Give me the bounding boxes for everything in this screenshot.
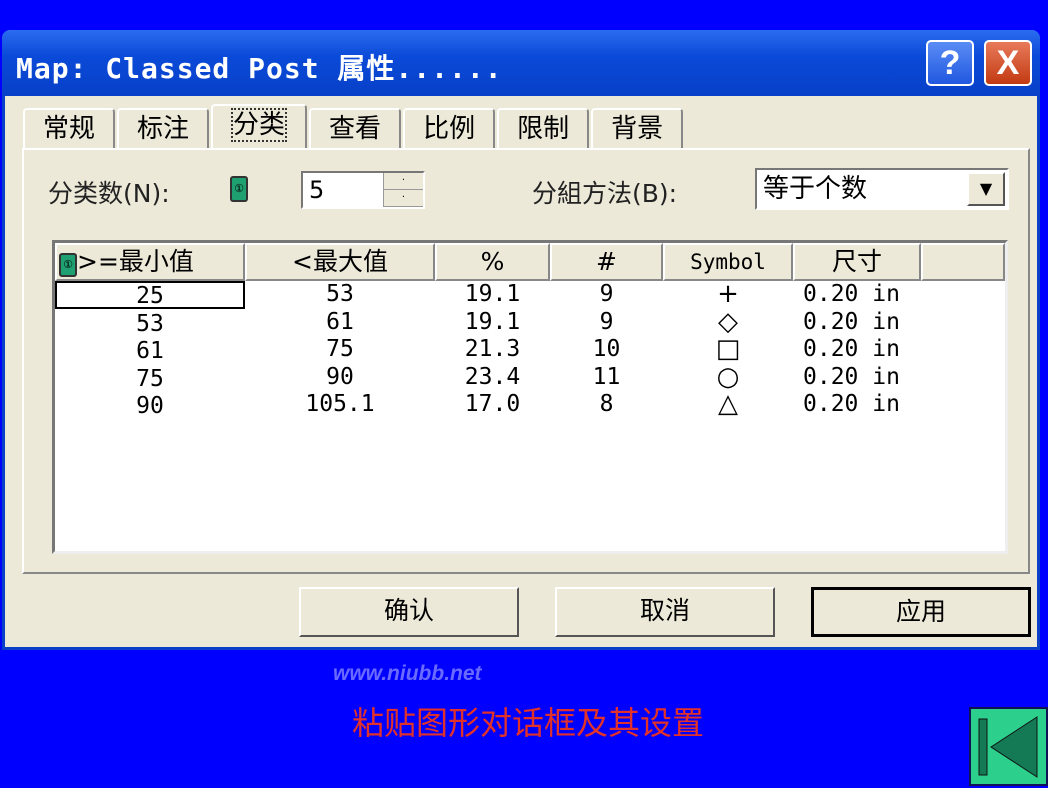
min-cell[interactable]: 53 xyxy=(55,309,245,337)
header-label: >=最小值 xyxy=(77,247,194,276)
help-button[interactable]: ? xyxy=(926,40,974,86)
table-header: ① >=最小值 <最大值 % # Symbol 尺寸 xyxy=(55,243,1005,281)
symbol-cell: + xyxy=(717,279,739,309)
group-method-value: 等于个数 xyxy=(763,174,868,204)
max-cell: 53 xyxy=(326,281,354,307)
min-cell[interactable]: 75 xyxy=(55,364,245,392)
table-row[interactable]: 90 105.1 17.0 8 △ 0.20 in xyxy=(55,391,1005,419)
spin-up-icon[interactable]: · xyxy=(384,173,423,190)
tab-label: 标注 xyxy=(137,114,190,144)
header-empty xyxy=(921,243,1005,281)
symbol-cell: △ xyxy=(718,389,738,419)
class-count-icon[interactable]: ① xyxy=(230,176,248,202)
size-cell: 0.20 in xyxy=(803,308,900,335)
spin-down-icon[interactable]: · xyxy=(384,190,423,207)
title-bar[interactable]: Map: Classed Post 属性...... ? X xyxy=(2,30,1040,96)
min-cell[interactable]: 25 xyxy=(55,281,245,309)
min-cell[interactable]: 61 xyxy=(55,336,245,364)
min-cell[interactable]: 90 xyxy=(55,391,245,419)
tab-label: 限制 xyxy=(517,114,570,144)
tab-background[interactable]: 背景 xyxy=(591,108,684,148)
header-symbol[interactable]: Symbol xyxy=(663,243,793,281)
tab-limits[interactable]: 限制 xyxy=(497,108,590,148)
ok-button[interactable]: 确认 xyxy=(299,587,519,637)
size-cell: 0.20 in xyxy=(803,363,900,390)
class-count-spinner[interactable]: 5 · · xyxy=(301,171,425,209)
percent-cell: 19.1 xyxy=(464,281,521,307)
symbol-cell: ◇ xyxy=(718,306,738,337)
group-method-label: 分組方法(B): xyxy=(532,179,678,208)
properties-dialog: Map: Classed Post 属性...... ? X 常规 标注 分类 … xyxy=(2,30,1040,650)
percent-cell: 23.4 xyxy=(464,363,521,390)
max-cell: 90 xyxy=(326,363,354,390)
tab-label: 查看 xyxy=(329,114,382,144)
percent-cell: 17.0 xyxy=(464,391,521,417)
count-cell: 8 xyxy=(599,391,614,417)
dropdown-arrow-icon[interactable]: ▼ xyxy=(967,172,1005,206)
tab-scale[interactable]: 比例 xyxy=(403,108,496,148)
header-count[interactable]: # xyxy=(550,243,663,281)
table-row[interactable]: 75 90 23.4 11 ○ 0.20 in xyxy=(55,361,1005,392)
class-count-value: 5 xyxy=(309,176,325,204)
tab-general[interactable]: 常规 xyxy=(23,108,116,148)
cancel-button[interactable]: 取消 xyxy=(555,587,775,637)
column-icon: ① xyxy=(59,253,77,277)
table-row[interactable]: 25 53 19.1 9 +0.20 in xyxy=(55,281,1005,309)
count-cell: 9 xyxy=(599,281,614,307)
apply-button[interactable]: 应用 xyxy=(811,587,1031,637)
window-title: Map: Classed Post 属性...... xyxy=(16,52,503,85)
header-max[interactable]: <最大值 xyxy=(245,243,435,281)
tab-label: 分类 xyxy=(231,108,288,142)
percent-cell: 19.1 xyxy=(464,308,521,335)
size-cell: 0.20 in xyxy=(803,391,900,417)
max-cell: 105.1 xyxy=(305,391,375,417)
header-percent[interactable]: % xyxy=(435,243,550,281)
tab-label: 比例 xyxy=(423,114,476,144)
tab-label: 常规 xyxy=(43,114,96,144)
tab-bar: 常规 标注 分类 查看 比例 限制 背景 xyxy=(23,104,685,150)
group-method-select[interactable]: 等于个数 ▼ xyxy=(755,168,1009,210)
header-min[interactable]: ① >=最小值 xyxy=(55,243,245,281)
max-cell: 75 xyxy=(326,336,354,362)
class-count-label: 分类数(N): xyxy=(48,179,170,208)
table-body: 25 53 19.1 9 +0.20 in 53 61 19.1 9 ◇ 0.20 in 61 75 21… xyxy=(55,281,1005,419)
percent-cell: 21.3 xyxy=(464,336,521,362)
classes-table: ① >=最小值 <最大值 % # Symbol 尺寸 25 53 19.1 9 +0.20… xyxy=(52,240,1008,554)
table-row[interactable]: 61 75 21.3 10 □ 0.20 in xyxy=(55,336,1005,364)
symbol-cell: ○ xyxy=(716,361,740,392)
tab-labels[interactable]: 标注 xyxy=(117,108,210,148)
close-button[interactable]: X xyxy=(984,40,1032,86)
tab-classes[interactable]: 分类 xyxy=(211,104,308,148)
spinner-buttons[interactable]: · · xyxy=(383,173,423,207)
tab-label: 背景 xyxy=(611,114,664,144)
header-size[interactable]: 尺寸 xyxy=(793,243,921,281)
table-row[interactable]: 53 61 19.1 9 ◇ 0.20 in xyxy=(55,306,1005,337)
slide-caption: 粘贴图形对话框及其设置 xyxy=(352,705,705,741)
back-arrow-icon xyxy=(978,716,1038,778)
max-cell: 61 xyxy=(326,308,354,335)
count-cell: 10 xyxy=(592,336,621,362)
count-cell: 11 xyxy=(592,363,621,390)
back-nav-button[interactable] xyxy=(969,707,1048,786)
tab-panel: 分类数(N): ① 5 · · 分組方法(B): 等于个数 ▼ ① >=最小值 <最… xyxy=(22,148,1030,574)
tab-view[interactable]: 查看 xyxy=(309,108,402,148)
size-cell: 0.20 in xyxy=(803,281,900,307)
size-cell: 0.20 in xyxy=(803,336,900,362)
symbol-cell: □ xyxy=(715,334,741,364)
count-cell: 9 xyxy=(599,308,614,335)
watermark: www.niubb.net xyxy=(333,662,482,685)
